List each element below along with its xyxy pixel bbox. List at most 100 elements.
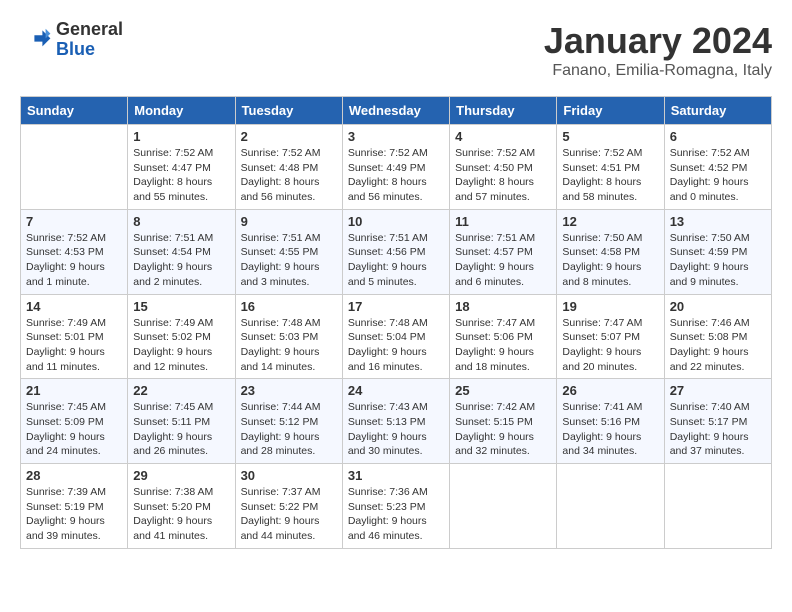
calendar-day-cell: 15 Sunrise: 7:49 AM Sunset: 5:02 PM Dayli… bbox=[128, 294, 235, 379]
logo-icon bbox=[20, 24, 52, 56]
day-info: Sunrise: 7:43 AM Sunset: 5:13 PM Dayligh… bbox=[348, 400, 444, 459]
location-text: Fanano, Emilia-Romagna, Italy bbox=[544, 62, 772, 80]
day-number: 22 bbox=[133, 383, 229, 398]
calendar-week-row: 1 Sunrise: 7:52 AM Sunset: 4:47 PM Daylig… bbox=[21, 125, 772, 210]
day-info: Sunrise: 7:52 AM Sunset: 4:49 PM Dayligh… bbox=[348, 146, 444, 205]
calendar-day-cell: 10Sunrise: 7:51 AM Sunset: 4:56 PM Dayli… bbox=[342, 209, 449, 294]
day-number: 7 bbox=[26, 214, 122, 229]
calendar-day-cell: 11 Sunrise: 7:51 AM Sunset: 4:57 PM Dayli… bbox=[450, 209, 557, 294]
day-info: Sunrise: 7:48 AM Sunset: 5:03 PM Dayligh… bbox=[241, 316, 337, 375]
day-info: Sunrise: 7:52 AM Sunset: 4:48 PM Dayligh… bbox=[241, 146, 337, 205]
day-info: Sunrise: 7:45 AM Sunset: 5:09 PM Dayligh… bbox=[26, 400, 122, 459]
day-number: 2 bbox=[241, 129, 337, 144]
day-info: Sunrise: 7:52 AM Sunset: 4:51 PM Dayligh… bbox=[562, 146, 658, 205]
calendar-day-cell: 24 Sunrise: 7:43 AM Sunset: 5:13 PM Dayli… bbox=[342, 379, 449, 464]
day-number: 30 bbox=[241, 468, 337, 483]
calendar-week-row: 14 Sunrise: 7:49 AM Sunset: 5:01 PM Dayli… bbox=[21, 294, 772, 379]
calendar-day-cell: 30 Sunrise: 7:37 AM Sunset: 5:22 PM Dayli… bbox=[235, 464, 342, 549]
day-info: Sunrise: 7:51 AM Sunset: 4:57 PM Dayligh… bbox=[455, 231, 551, 290]
day-info: Sunrise: 7:52 AM Sunset: 4:50 PM Dayligh… bbox=[455, 146, 551, 205]
day-number: 16 bbox=[241, 299, 337, 314]
day-info: Sunrise: 7:45 AM Sunset: 5:11 PM Dayligh… bbox=[133, 400, 229, 459]
calendar-day-cell: 17 Sunrise: 7:48 AM Sunset: 5:04 PM Dayli… bbox=[342, 294, 449, 379]
calendar-day-cell: 9 Sunrise: 7:51 AM Sunset: 4:55 PM Daylig… bbox=[235, 209, 342, 294]
day-info: Sunrise: 7:47 AM Sunset: 5:07 PM Dayligh… bbox=[562, 316, 658, 375]
day-number: 12 bbox=[562, 214, 658, 229]
day-number: 21 bbox=[26, 383, 122, 398]
day-info: Sunrise: 7:51 AM Sunset: 4:54 PM Dayligh… bbox=[133, 231, 229, 290]
calendar-day-cell: 25 Sunrise: 7:42 AM Sunset: 5:15 PM Dayli… bbox=[450, 379, 557, 464]
calendar-day-cell: 23Sunrise: 7:44 AM Sunset: 5:12 PM Dayli… bbox=[235, 379, 342, 464]
calendar-day-cell: 1 Sunrise: 7:52 AM Sunset: 4:47 PM Daylig… bbox=[128, 125, 235, 210]
calendar-day-cell: 27Sunrise: 7:40 AM Sunset: 5:17 PM Dayli… bbox=[664, 379, 771, 464]
weekday-header: Friday bbox=[557, 97, 664, 125]
weekday-header: Monday bbox=[128, 97, 235, 125]
day-info: Sunrise: 7:50 AM Sunset: 4:58 PM Dayligh… bbox=[562, 231, 658, 290]
calendar-day-cell bbox=[21, 125, 128, 210]
day-number: 5 bbox=[562, 129, 658, 144]
calendar-day-cell: 18 Sunrise: 7:47 AM Sunset: 5:06 PM Dayli… bbox=[450, 294, 557, 379]
day-info: Sunrise: 7:42 AM Sunset: 5:15 PM Dayligh… bbox=[455, 400, 551, 459]
day-number: 25 bbox=[455, 383, 551, 398]
calendar-day-cell: 26 Sunrise: 7:41 AM Sunset: 5:16 PM Dayli… bbox=[557, 379, 664, 464]
calendar-day-cell: 6 Sunrise: 7:52 AM Sunset: 4:52 PM Daylig… bbox=[664, 125, 771, 210]
day-info: Sunrise: 7:37 AM Sunset: 5:22 PM Dayligh… bbox=[241, 485, 337, 544]
day-info: Sunrise: 7:41 AM Sunset: 5:16 PM Dayligh… bbox=[562, 400, 658, 459]
day-number: 4 bbox=[455, 129, 551, 144]
calendar-day-cell: 31Sunrise: 7:36 AM Sunset: 5:23 PM Dayli… bbox=[342, 464, 449, 549]
day-number: 28 bbox=[26, 468, 122, 483]
logo-general-text: General bbox=[56, 19, 123, 39]
calendar-day-cell: 7Sunrise: 7:52 AM Sunset: 4:53 PM Daylig… bbox=[21, 209, 128, 294]
day-number: 6 bbox=[670, 129, 766, 144]
calendar-day-cell: 29 Sunrise: 7:38 AM Sunset: 5:20 PM Dayli… bbox=[128, 464, 235, 549]
calendar-day-cell bbox=[557, 464, 664, 549]
day-number: 18 bbox=[455, 299, 551, 314]
weekday-header: Sunday bbox=[21, 97, 128, 125]
calendar-day-cell: 4 Sunrise: 7:52 AM Sunset: 4:50 PM Daylig… bbox=[450, 125, 557, 210]
logo: General Blue bbox=[20, 20, 123, 60]
day-info: Sunrise: 7:52 AM Sunset: 4:47 PM Dayligh… bbox=[133, 146, 229, 205]
day-info: Sunrise: 7:44 AM Sunset: 5:12 PM Dayligh… bbox=[241, 400, 337, 459]
calendar-day-cell: 8 Sunrise: 7:51 AM Sunset: 4:54 PM Daylig… bbox=[128, 209, 235, 294]
calendar-day-cell: 20Sunrise: 7:46 AM Sunset: 5:08 PM Dayli… bbox=[664, 294, 771, 379]
page-header: General Blue January 2024 Fanano, Emilia… bbox=[20, 20, 772, 80]
calendar-table: SundayMondayTuesdayWednesdayThursdayFrid… bbox=[20, 96, 772, 549]
calendar-day-cell: 12 Sunrise: 7:50 AM Sunset: 4:58 PM Dayli… bbox=[557, 209, 664, 294]
day-info: Sunrise: 7:38 AM Sunset: 5:20 PM Dayligh… bbox=[133, 485, 229, 544]
title-block: January 2024 Fanano, Emilia-Romagna, Ita… bbox=[544, 20, 772, 80]
day-number: 24 bbox=[348, 383, 444, 398]
day-number: 27 bbox=[670, 383, 766, 398]
weekday-header: Thursday bbox=[450, 97, 557, 125]
calendar-day-cell: 5 Sunrise: 7:52 AM Sunset: 4:51 PM Daylig… bbox=[557, 125, 664, 210]
day-number: 8 bbox=[133, 214, 229, 229]
day-info: Sunrise: 7:36 AM Sunset: 5:23 PM Dayligh… bbox=[348, 485, 444, 544]
day-number: 15 bbox=[133, 299, 229, 314]
weekday-header: Saturday bbox=[664, 97, 771, 125]
calendar-day-cell: 28Sunrise: 7:39 AM Sunset: 5:19 PM Dayli… bbox=[21, 464, 128, 549]
day-number: 14 bbox=[26, 299, 122, 314]
calendar-week-row: 21 Sunrise: 7:45 AM Sunset: 5:09 PM Dayli… bbox=[21, 379, 772, 464]
calendar-day-cell: 2 Sunrise: 7:52 AM Sunset: 4:48 PM Daylig… bbox=[235, 125, 342, 210]
day-number: 26 bbox=[562, 383, 658, 398]
day-info: Sunrise: 7:49 AM Sunset: 5:01 PM Dayligh… bbox=[26, 316, 122, 375]
calendar-day-cell bbox=[664, 464, 771, 549]
calendar-day-cell bbox=[450, 464, 557, 549]
calendar-day-cell: 14 Sunrise: 7:49 AM Sunset: 5:01 PM Dayli… bbox=[21, 294, 128, 379]
day-number: 17 bbox=[348, 299, 444, 314]
day-info: Sunrise: 7:46 AM Sunset: 5:08 PM Dayligh… bbox=[670, 316, 766, 375]
day-info: Sunrise: 7:48 AM Sunset: 5:04 PM Dayligh… bbox=[348, 316, 444, 375]
day-info: Sunrise: 7:52 AM Sunset: 4:52 PM Dayligh… bbox=[670, 146, 766, 205]
day-number: 29 bbox=[133, 468, 229, 483]
calendar-day-cell: 13Sunrise: 7:50 AM Sunset: 4:59 PM Dayli… bbox=[664, 209, 771, 294]
calendar-day-cell: 21 Sunrise: 7:45 AM Sunset: 5:09 PM Dayli… bbox=[21, 379, 128, 464]
day-number: 11 bbox=[455, 214, 551, 229]
day-number: 10 bbox=[348, 214, 444, 229]
day-info: Sunrise: 7:47 AM Sunset: 5:06 PM Dayligh… bbox=[455, 316, 551, 375]
calendar-day-cell: 16 Sunrise: 7:48 AM Sunset: 5:03 PM Dayli… bbox=[235, 294, 342, 379]
day-number: 9 bbox=[241, 214, 337, 229]
day-number: 1 bbox=[133, 129, 229, 144]
day-info: Sunrise: 7:49 AM Sunset: 5:02 PM Dayligh… bbox=[133, 316, 229, 375]
calendar-week-row: 7Sunrise: 7:52 AM Sunset: 4:53 PM Daylig… bbox=[21, 209, 772, 294]
calendar-day-cell: 3Sunrise: 7:52 AM Sunset: 4:49 PM Daylig… bbox=[342, 125, 449, 210]
day-info: Sunrise: 7:51 AM Sunset: 4:55 PM Dayligh… bbox=[241, 231, 337, 290]
